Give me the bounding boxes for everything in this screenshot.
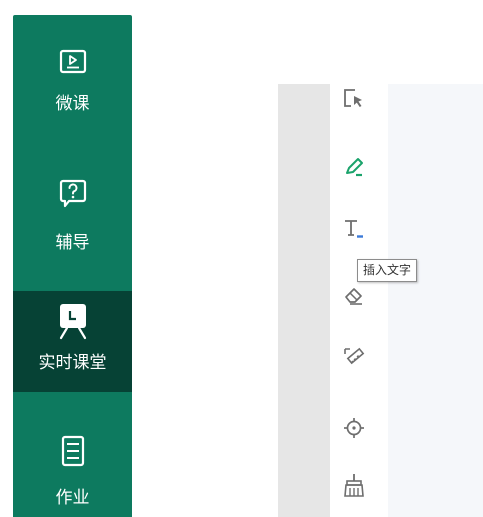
classroom-board-icon bbox=[57, 302, 89, 344]
ruler-tool[interactable] bbox=[336, 343, 372, 373]
pen-tool[interactable] bbox=[336, 154, 372, 184]
text-tool[interactable] bbox=[336, 216, 372, 246]
question-bubble-icon bbox=[59, 179, 87, 213]
cursor-select-icon bbox=[342, 87, 366, 115]
pen-icon bbox=[342, 155, 366, 183]
eraser-icon bbox=[342, 283, 366, 311]
text-tool-tooltip: 插入文字 bbox=[357, 259, 418, 282]
ruler-icon bbox=[342, 344, 366, 372]
sidebar-item-label: 作业 bbox=[55, 488, 90, 508]
canvas-gutter bbox=[278, 84, 330, 517]
video-icon bbox=[59, 49, 87, 81]
sidebar-item-label: 实时课堂 bbox=[38, 353, 107, 373]
sidebar: 微课 辅导 实时课堂 作业 bbox=[13, 15, 132, 517]
laser-pointer-tool[interactable] bbox=[336, 415, 372, 445]
homework-list-icon bbox=[61, 435, 85, 471]
text-icon bbox=[342, 217, 366, 245]
sidebar-item-live-class[interactable]: 实时课堂 bbox=[13, 291, 132, 392]
sidebar-item-microlesson[interactable]: 微课 bbox=[13, 15, 132, 152]
sidebar-item-label: 辅导 bbox=[55, 233, 90, 253]
select-tool[interactable] bbox=[336, 86, 372, 116]
sidebar-item-tutoring[interactable]: 辅导 bbox=[13, 152, 132, 290]
target-icon bbox=[342, 416, 366, 444]
whiteboard-canvas[interactable] bbox=[388, 84, 483, 517]
eraser-tool[interactable] bbox=[336, 282, 372, 312]
broom-icon bbox=[342, 472, 366, 502]
sidebar-item-label: 微课 bbox=[55, 94, 90, 114]
clear-tool[interactable] bbox=[336, 472, 372, 502]
sidebar-item-homework[interactable]: 作业 bbox=[13, 392, 132, 517]
